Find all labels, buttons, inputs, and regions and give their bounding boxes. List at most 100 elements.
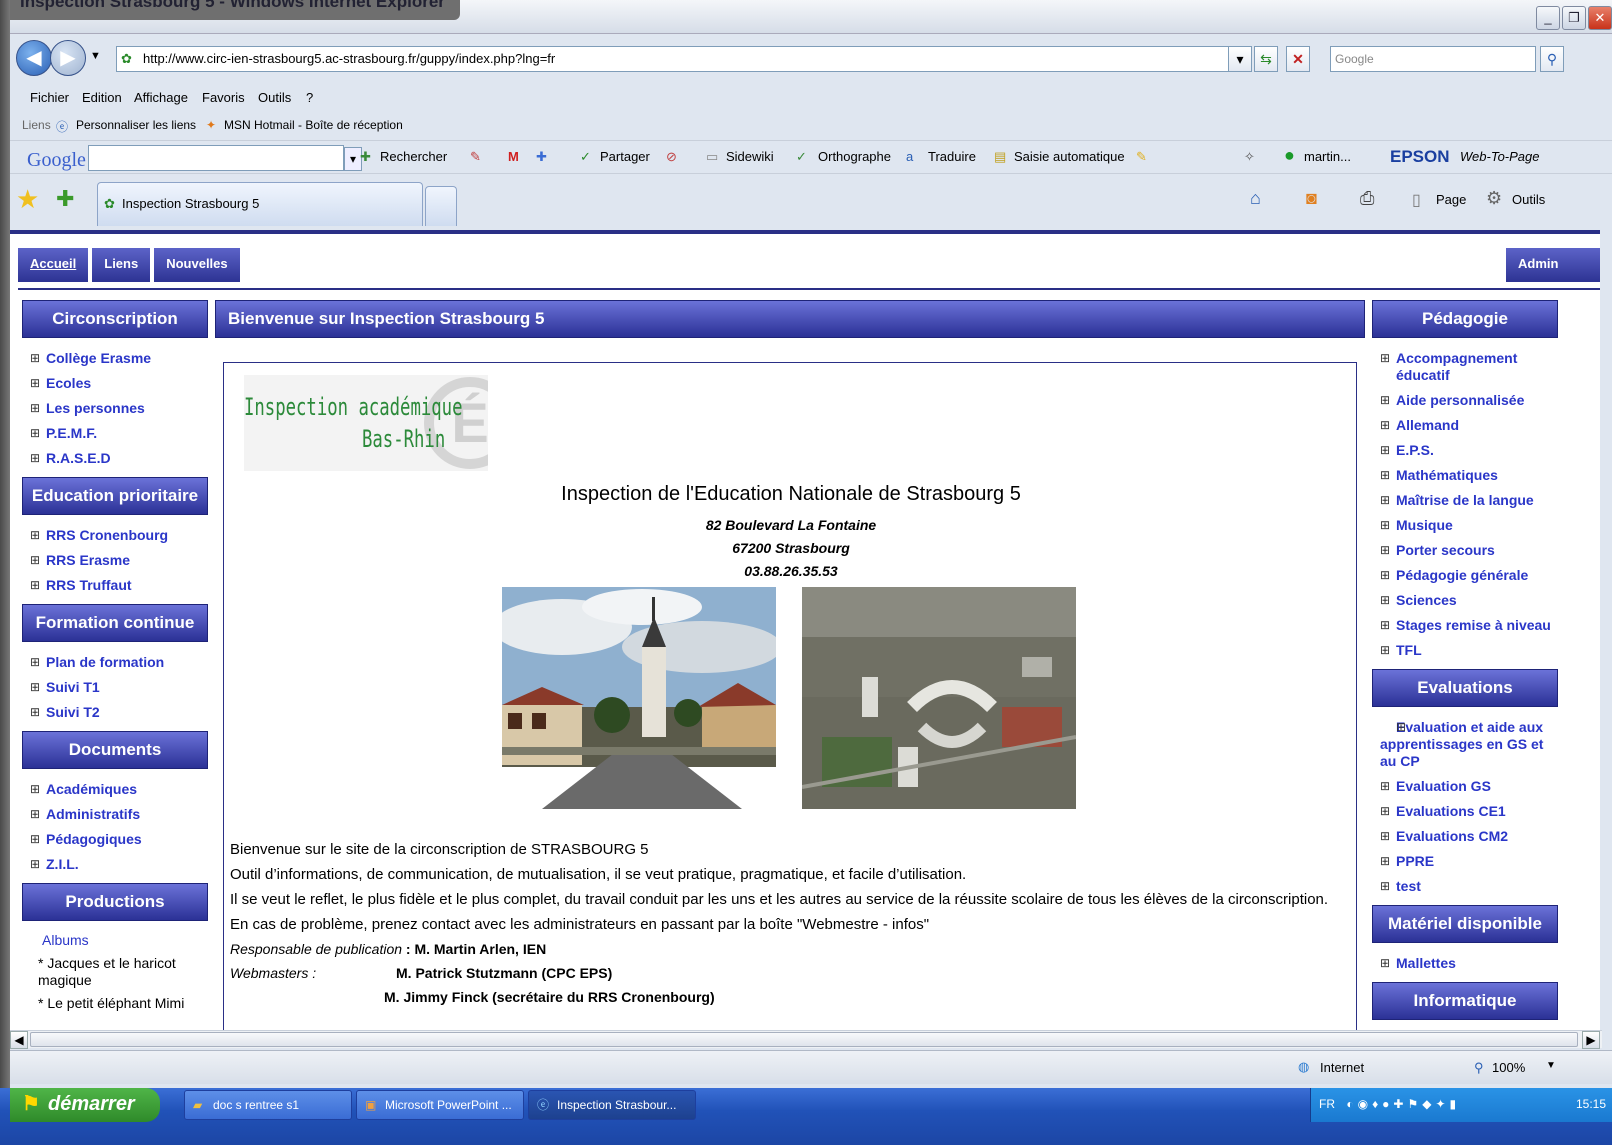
task-doc-rentree[interactable]: ▰ doc s rentree s1 bbox=[184, 1090, 352, 1120]
link-mallettes[interactable]: Mallettes bbox=[1372, 951, 1558, 976]
link-plan-de-formation[interactable]: Plan de formation bbox=[22, 650, 208, 675]
link-albums[interactable]: Albums bbox=[22, 929, 208, 952]
google-partager[interactable]: Partager bbox=[600, 149, 650, 164]
link-pedagogie-generale[interactable]: Pédagogie générale bbox=[1372, 563, 1558, 588]
address-dropdown-icon[interactable]: ▾ bbox=[1228, 46, 1252, 72]
search-input[interactable]: Google bbox=[1330, 46, 1536, 72]
wrench-icon[interactable]: ✧ bbox=[1244, 149, 1255, 165]
link-ecoles[interactable]: Ecoles bbox=[22, 371, 208, 396]
tools-menu[interactable]: Outils bbox=[1512, 192, 1545, 207]
menu-affichage[interactable]: Affichage bbox=[134, 90, 188, 105]
link-maitrise-langue[interactable]: Maîtrise de la langue bbox=[1372, 488, 1558, 513]
link-ppre[interactable]: PPRE bbox=[1372, 849, 1558, 874]
google-orthographe[interactable]: Orthographe bbox=[818, 149, 891, 164]
link-petit-elephant[interactable]: * Le petit éléphant Mimi bbox=[22, 992, 208, 1015]
horizontal-scrollbar[interactable]: ◀ ▶ bbox=[10, 1030, 1602, 1049]
menu-outils[interactable]: Outils bbox=[258, 90, 291, 105]
google-search-input[interactable] bbox=[88, 145, 344, 171]
refresh-icon[interactable]: ⇆ bbox=[1254, 46, 1278, 72]
start-button[interactable]: ⚑ démarrer bbox=[10, 1088, 160, 1122]
menu-edition[interactable]: Edition bbox=[82, 90, 122, 105]
epson-web-to-page[interactable]: Web-To-Page bbox=[1460, 149, 1540, 164]
scroll-left-icon[interactable]: ◀ bbox=[10, 1031, 28, 1049]
scroll-thumb[interactable] bbox=[30, 1032, 1578, 1047]
nav-divider bbox=[18, 288, 1600, 290]
google-traduire[interactable]: Traduire bbox=[928, 149, 976, 164]
link-test[interactable]: test bbox=[1372, 874, 1558, 899]
link-evaluation-gs[interactable]: Evaluation GS bbox=[1372, 774, 1558, 799]
link-evaluations-cm2[interactable]: Evaluations CM2 bbox=[1372, 824, 1558, 849]
link-personnaliser[interactable]: Personnaliser les liens bbox=[76, 118, 196, 132]
gmail-icon[interactable]: M bbox=[508, 149, 519, 164]
page-icon: ▯ bbox=[1412, 192, 1421, 209]
link-rrs-truffaut[interactable]: RRS Truffaut bbox=[22, 573, 208, 598]
link-rrs-cronenbourg[interactable]: RRS Cronenbourg bbox=[22, 523, 208, 548]
minimize-button[interactable]: _ bbox=[1536, 6, 1560, 30]
menu-help[interactable]: ? bbox=[306, 90, 313, 105]
task-inspection[interactable]: ⓔ Inspection Strasbour... bbox=[528, 1090, 696, 1120]
link-porter-secours[interactable]: Porter secours bbox=[1372, 538, 1558, 563]
plus-icon[interactable]: ✚ bbox=[536, 149, 547, 165]
google-rechercher[interactable]: Rechercher bbox=[380, 149, 447, 164]
zoom-level[interactable]: 100% bbox=[1492, 1060, 1525, 1075]
right-sidebar: Pédagogie Accompagnement éducatif Aide p… bbox=[1372, 300, 1558, 1020]
favorites-star-icon[interactable]: ★ bbox=[16, 184, 39, 215]
link-evaluation-aide[interactable]: Evaluation et aide aux apprentissages en… bbox=[1372, 715, 1558, 774]
google-saisie-auto[interactable]: Saisie automatique bbox=[1014, 149, 1125, 164]
page-menu[interactable]: Page bbox=[1436, 192, 1466, 207]
link-suivi-t2[interactable]: Suivi T2 bbox=[22, 700, 208, 725]
forward-button[interactable]: ▶ bbox=[50, 40, 86, 76]
link-accompagnement[interactable]: Accompagnement éducatif bbox=[1372, 346, 1558, 388]
link-rased[interactable]: R.A.S.E.D bbox=[22, 446, 208, 471]
zoom-dropdown-icon[interactable]: ▼ bbox=[1546, 1060, 1556, 1071]
tab-inspection[interactable]: ✿ Inspection Strasbourg 5 bbox=[97, 182, 423, 226]
nav-admin[interactable]: Admin bbox=[1506, 248, 1600, 282]
print-icon[interactable]: ⎙ bbox=[1360, 188, 1374, 209]
link-tfl[interactable]: TFL bbox=[1372, 638, 1558, 663]
bookmark-icon[interactable]: ✎ bbox=[470, 149, 481, 165]
home-icon[interactable]: ⌂ bbox=[1250, 188, 1261, 209]
search-icon[interactable]: ⚲ bbox=[1540, 46, 1564, 72]
google-account[interactable]: martin... bbox=[1304, 149, 1351, 164]
link-msn-hotmail[interactable]: MSN Hotmail - Boîte de réception bbox=[224, 118, 403, 132]
menu-fichier[interactable]: Fichier bbox=[30, 90, 69, 105]
history-dropdown-icon[interactable]: ▼ bbox=[90, 50, 101, 62]
highlight-icon[interactable]: ✎ bbox=[1136, 149, 1147, 165]
scroll-right-icon[interactable]: ▶ bbox=[1582, 1031, 1600, 1049]
link-zil[interactable]: Z.I.L. bbox=[22, 852, 208, 877]
link-jacques-haricot[interactable]: * Jacques et le haricot magique bbox=[22, 952, 208, 992]
task-powerpoint[interactable]: ▣ Microsoft PowerPoint ... bbox=[356, 1090, 524, 1120]
link-evaluations-ce1[interactable]: Evaluations CE1 bbox=[1372, 799, 1558, 824]
tray-icons[interactable]: ◐◉♦●✚⚑◆✦▮ bbox=[1346, 1097, 1460, 1111]
language-indicator[interactable]: FR bbox=[1319, 1097, 1335, 1111]
link-sciences[interactable]: Sciences bbox=[1372, 588, 1558, 613]
popup-blocker-icon[interactable]: ⊘ bbox=[666, 149, 677, 165]
link-allemand[interactable]: Allemand bbox=[1372, 413, 1558, 438]
link-administratifs[interactable]: Administratifs bbox=[22, 802, 208, 827]
link-academiques[interactable]: Académiques bbox=[22, 777, 208, 802]
back-button[interactable]: ◀ bbox=[16, 40, 52, 76]
link-aide-personnalisee[interactable]: Aide personnalisée bbox=[1372, 388, 1558, 413]
link-rrs-erasme[interactable]: RRS Erasme bbox=[22, 548, 208, 573]
link-suivi-t1[interactable]: Suivi T1 bbox=[22, 675, 208, 700]
link-musique[interactable]: Musique bbox=[1372, 513, 1558, 538]
link-mathematiques[interactable]: Mathématiques bbox=[1372, 463, 1558, 488]
link-les-personnes[interactable]: Les personnes bbox=[22, 396, 208, 421]
link-pedagogiques[interactable]: Pédagogiques bbox=[22, 827, 208, 852]
maximize-button[interactable]: ❐ bbox=[1562, 6, 1586, 30]
close-button[interactable]: ✕ bbox=[1588, 6, 1612, 30]
link-pemf[interactable]: P.E.M.F. bbox=[22, 421, 208, 446]
add-favorite-icon[interactable]: ✚ bbox=[56, 186, 74, 212]
new-tab-button[interactable] bbox=[425, 186, 457, 226]
nav-accueil[interactable]: Accueil bbox=[18, 248, 89, 282]
stop-icon[interactable]: ✕ bbox=[1286, 46, 1310, 72]
rss-icon[interactable]: ◙ bbox=[1306, 188, 1317, 209]
nav-liens[interactable]: Liens bbox=[92, 248, 151, 282]
link-stages-remise[interactable]: Stages remise à niveau bbox=[1372, 613, 1558, 638]
google-sidewiki[interactable]: Sidewiki bbox=[726, 149, 774, 164]
address-bar[interactable]: ✿ http://www.circ-ien-strasbourg5.ac-str… bbox=[116, 46, 1244, 72]
menu-favoris[interactable]: Favoris bbox=[202, 90, 245, 105]
link-college-erasme[interactable]: Collège Erasme bbox=[22, 346, 208, 371]
link-eps[interactable]: E.P.S. bbox=[1372, 438, 1558, 463]
nav-nouvelles[interactable]: Nouvelles bbox=[154, 248, 240, 282]
